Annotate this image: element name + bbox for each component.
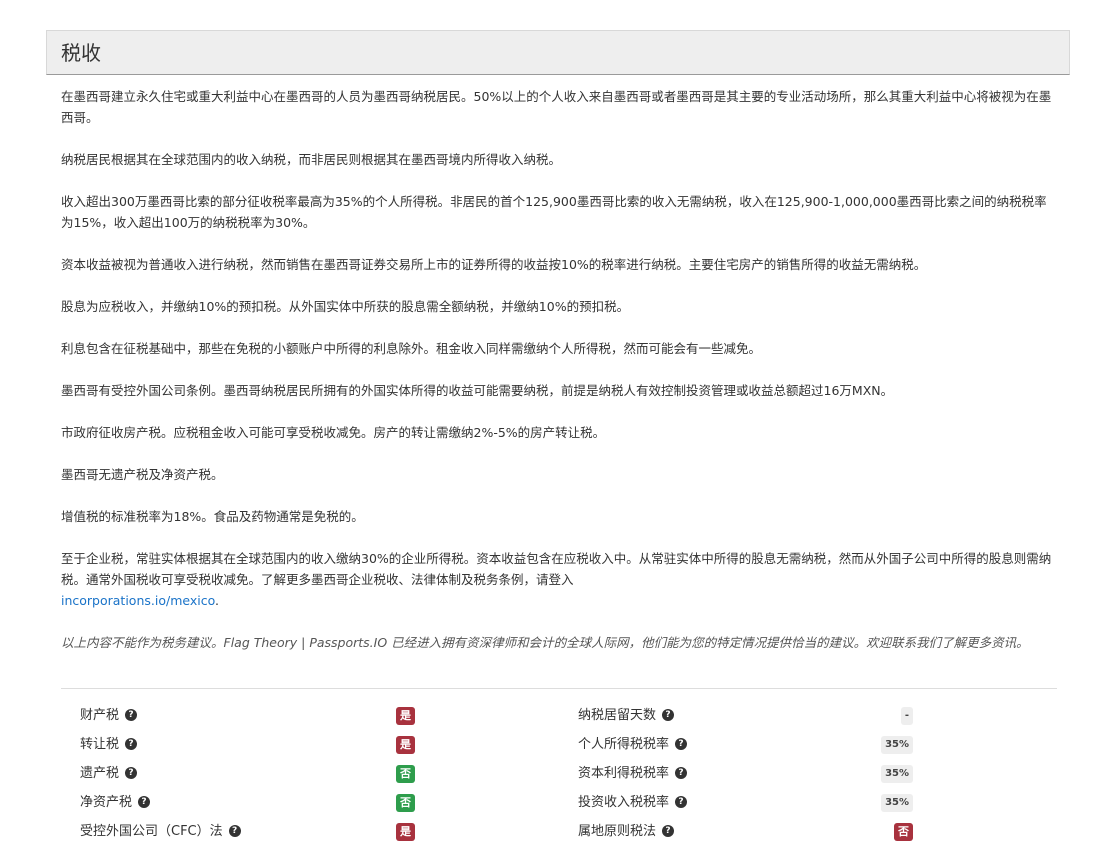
divider [61, 688, 1057, 689]
paragraph-dividends: 股息为应税收入，并缴纳10%的预扣税。从外国实体中所获的股息需全额纳税，并缴纳1… [61, 299, 630, 314]
help-icon[interactable]: ? [675, 766, 688, 779]
help-icon[interactable]: ? [662, 824, 675, 837]
summary-label: 纳税居留天数? [578, 705, 675, 727]
summary-label: 遗产税? [80, 763, 138, 785]
status-badge: 否 [396, 765, 415, 783]
status-badge: - [900, 707, 913, 725]
summary-right-row: 资本利得税税率? 35% [578, 763, 913, 785]
summary-label-text: 投资收入税税率 [578, 795, 670, 810]
corporate-text: 至于企业税，常驻实体根据其在全球范围内的收入缴纳30%的企业所得税。资本收益包含… [61, 551, 1052, 587]
status-badge: 是 [396, 823, 415, 841]
paragraph-vat: 增值税的标准税率为18%。食品及药物通常是免税的。 [61, 509, 364, 524]
section-header: 税收 [46, 30, 1070, 75]
paragraph-taxation-basis: 纳税居民根据其在全球范围内的收入纳税，而非居民则根据其在墨西哥境内所得收入纳税。 [61, 152, 562, 167]
help-icon[interactable]: ? [675, 737, 688, 750]
help-icon[interactable]: ? [125, 708, 138, 721]
help-icon[interactable]: ? [662, 708, 675, 721]
status-badge: 35% [881, 794, 913, 812]
summary-left-row: 转让税? 是 [80, 734, 415, 756]
tax-content: 在墨西哥建立永久住宅或重大利益中心在墨西哥的人员为墨西哥纳税居民。50%以上的个… [61, 86, 1057, 653]
summary-label-text: 资本利得税税率 [578, 766, 670, 781]
summary-label: 个人所得税税率? [578, 734, 688, 756]
incorporations-link[interactable]: incorporations.io/mexico [61, 593, 215, 608]
help-icon[interactable]: ? [675, 795, 688, 808]
status-badge: 35% [881, 736, 913, 754]
summary-label-text: 个人所得税税率 [578, 737, 670, 752]
summary-label-text: 转让税 [80, 737, 120, 752]
summary-left-row: 遗产税? 否 [80, 763, 415, 785]
summary-label-text: 净资产税 [80, 795, 133, 810]
summary-label-text: 遗产税 [80, 766, 120, 781]
corporate-tail: . [215, 593, 220, 608]
summary-label: 属地原则税法? [578, 821, 675, 843]
paragraph-capital-gains: 资本收益被视为普通收入进行纳税，然而销售在墨西哥证券交易所上市的证券所得的收益按… [61, 257, 927, 272]
summary-label-text: 受控外国公司（CFC）法 [80, 824, 223, 839]
summary-right-row: 纳税居留天数? - [578, 705, 913, 727]
disclaimer: 以上内容不能作为税务建议。Flag Theory | Passports.IO … [61, 635, 1029, 650]
status-badge: 是 [396, 736, 415, 754]
help-icon[interactable]: ? [138, 795, 151, 808]
summary-label: 投资收入税税率? [578, 792, 688, 814]
summary-left-row: 财产税? 是 [80, 705, 415, 727]
summary-label-text: 纳税居留天数 [578, 708, 657, 723]
summary-left-row: 净资产税? 否 [80, 792, 415, 814]
help-icon[interactable]: ? [228, 824, 241, 837]
status-badge: 是 [396, 707, 415, 725]
section-title: 税收 [61, 41, 101, 65]
summary-label: 转让税? [80, 734, 138, 756]
summary-label: 受控外国公司（CFC）法? [80, 821, 241, 843]
status-badge: 35% [881, 765, 913, 783]
summary-right-row: 投资收入税税率? 35% [578, 792, 913, 814]
status-badge: 否 [894, 823, 913, 841]
summary-left-row: 受控外国公司（CFC）法? 是 [80, 821, 415, 843]
paragraph-residency: 在墨西哥建立永久住宅或重大利益中心在墨西哥的人员为墨西哥纳税居民。50%以上的个… [61, 89, 1052, 125]
summary-label: 净资产税? [80, 792, 151, 814]
paragraph-interest: 利息包含在征税基础中，那些在免税的小额账户中所得的利息除外。租金收入同样需缴纳个… [61, 341, 762, 356]
summary-right-row: 个人所得税税率? 35% [578, 734, 913, 756]
help-icon[interactable]: ? [125, 766, 138, 779]
summary-label: 财产税? [80, 705, 138, 727]
summary-label-text: 财产税 [80, 708, 120, 723]
paragraph-property-tax: 市政府征收房产税。应税租金收入可能可享受税收减免。房产的转让需缴纳2%-5%的房… [61, 425, 606, 440]
paragraph-income-tax: 收入超出300万墨西哥比索的部分征收税率最高为35%的个人所得税。非居民的首个1… [61, 194, 1047, 230]
paragraph-cfc: 墨西哥有受控外国公司条例。墨西哥纳税居民所拥有的外国实体所得的收益可能需要纳税，… [61, 383, 894, 398]
paragraph-inheritance: 墨西哥无遗产税及净资产税。 [61, 467, 224, 482]
paragraph-corporate: 至于企业税，常驻实体根据其在全球范围内的收入缴纳30%的企业所得税。资本收益包含… [61, 548, 1057, 611]
status-badge: 否 [396, 794, 415, 812]
summary-right-row: 属地原则税法? 否 [578, 821, 913, 843]
help-icon[interactable]: ? [125, 737, 138, 750]
summary-label: 资本利得税税率? [578, 763, 688, 785]
summary-label-text: 属地原则税法 [578, 824, 657, 839]
